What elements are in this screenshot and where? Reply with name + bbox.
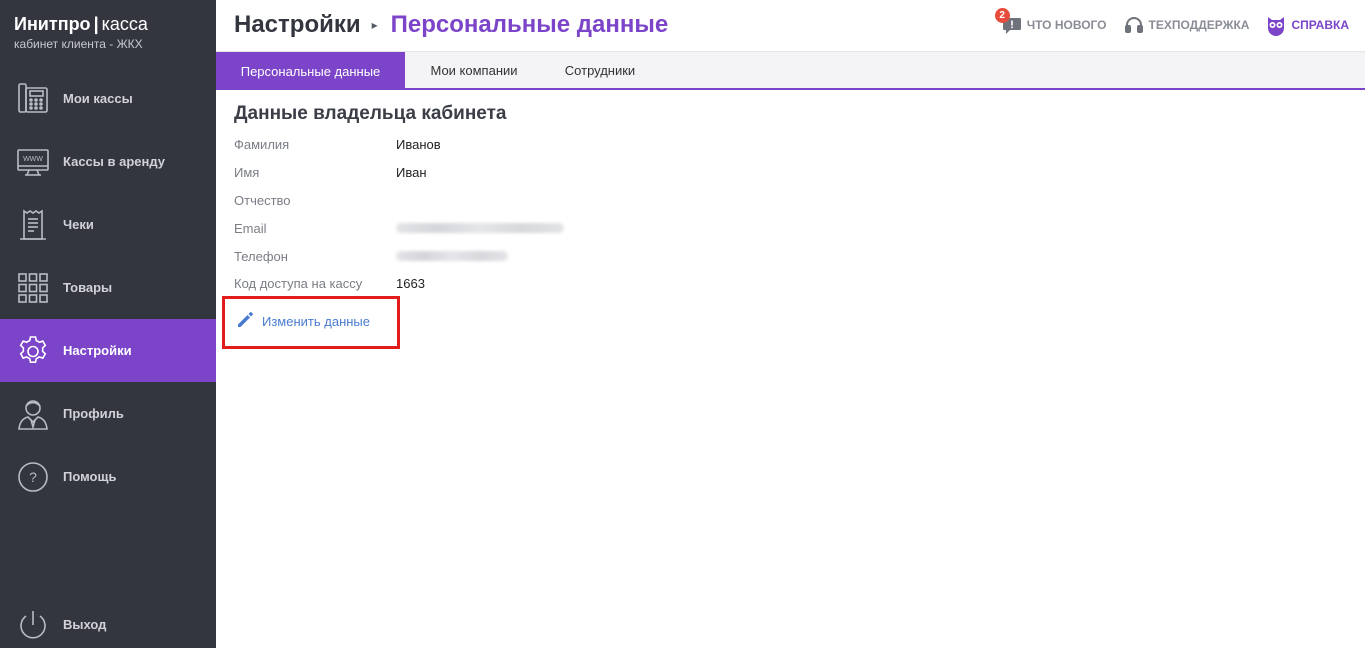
breadcrumb-separator-icon: ▸ <box>371 18 378 32</box>
field-label: Фамилия <box>234 136 290 152</box>
receipt-icon <box>16 208 50 242</box>
header-links: 2 ЧТО НОВОГО ТЕХПОДДЕРЖКА СПРАВКА <box>994 8 1349 36</box>
sidebar-item-label: Кассы в аренду <box>63 154 165 169</box>
brand-name-light: касса <box>101 14 148 34</box>
edit-data-label: Изменить данные <box>262 313 370 329</box>
field-label: Email <box>234 220 267 236</box>
grid-icon <box>16 271 50 305</box>
svg-text:WWW: WWW <box>23 156 43 163</box>
sidebar-item-help[interactable]: ? Помощь <box>0 445 216 508</box>
breadcrumb-root[interactable]: Настройки <box>234 11 361 39</box>
sidebar-item-goods[interactable]: Товары <box>0 256 216 319</box>
field-email: Email <box>234 218 564 238</box>
tab-personal-data[interactable]: Персональные данные <box>216 52 405 90</box>
brand-logo[interactable]: Инитпро | касса кабинет клиента - ЖКХ <box>14 12 148 52</box>
sidebar-item-label: Настройки <box>63 343 132 358</box>
breadcrumb: Настройки ▸ Персональные данные <box>234 11 668 39</box>
page-title: Персональные данные <box>390 11 669 38</box>
field-value: Иван <box>396 164 427 180</box>
section-title: Данные владельца кабинета <box>234 103 507 124</box>
sidebar-item-label: Профиль <box>63 406 124 421</box>
chat-alert-icon: 2 <box>994 8 1023 36</box>
brand-separator: | <box>93 14 99 34</box>
owner-data-section: Данные владельца кабинета Фамилия Иванов… <box>234 100 1334 291</box>
sidebar-item-my-registers[interactable]: Мои кассы <box>0 67 216 130</box>
question-icon: ? <box>16 460 50 494</box>
redacted-email <box>396 223 564 233</box>
sidebar-item-label: Помощь <box>63 469 117 484</box>
field-patronymic: Отчество <box>234 190 396 210</box>
user-icon <box>16 397 50 431</box>
sidebar-item-label: Товары <box>63 280 113 295</box>
monitor-www-icon: WWW <box>16 145 50 179</box>
sidebar-item-label: Мои кассы <box>63 91 133 106</box>
power-icon <box>16 608 50 642</box>
field-label: Телефон <box>234 248 288 264</box>
gear-icon <box>16 334 50 368</box>
sidebar-item-profile[interactable]: Профиль <box>0 382 216 445</box>
whats-new-link[interactable]: 2 ЧТО НОВОГО <box>994 8 1107 36</box>
support-label: ТЕХПОДДЕРЖКА <box>1148 18 1250 32</box>
field-label: Имя <box>234 164 260 180</box>
tab-my-companies[interactable]: Мои компании <box>405 52 543 88</box>
logout-button[interactable]: Выход <box>0 593 216 648</box>
whats-new-label: ЧТО НОВОГО <box>1026 18 1107 32</box>
field-label: Отчество <box>234 192 291 208</box>
news-count-badge: 2 <box>994 8 1010 23</box>
field-label: Код доступа на кассу <box>234 275 363 291</box>
top-header: Настройки ▸ Персональные данные 2 ЧТО НО… <box>216 0 1365 52</box>
cash-register-icon <box>16 82 50 116</box>
field-access-code: Код доступа на кассу 1663 <box>234 273 425 293</box>
support-link[interactable]: ТЕХПОДДЕРЖКА <box>1123 14 1250 36</box>
pencil-icon <box>236 310 255 332</box>
sidebar-item-label: Чеки <box>63 217 94 232</box>
sidebar-item-rental-registers[interactable]: WWW Кассы в аренду <box>0 130 216 193</box>
help-label: СПРАВКА <box>1291 18 1349 32</box>
field-phone: Телефон <box>234 246 508 266</box>
svg-text:?: ? <box>29 469 37 485</box>
field-value: Иванов <box>396 136 441 152</box>
sidebar-item-settings[interactable]: Настройки <box>0 319 216 382</box>
field-value: 1663 <box>396 275 425 291</box>
field-last-name: Фамилия Иванов <box>234 134 441 154</box>
tab-employees[interactable]: Сотрудники <box>543 52 657 88</box>
help-link[interactable]: СПРАВКА <box>1265 14 1349 36</box>
edit-data-button[interactable]: Изменить данные <box>236 310 370 332</box>
sidebar-item-receipts[interactable]: Чеки <box>0 193 216 256</box>
field-first-name: Имя Иван <box>234 162 427 182</box>
brand-title: Инитпро | касса <box>14 12 148 36</box>
owl-icon <box>1265 14 1287 36</box>
headset-icon <box>1123 14 1145 36</box>
redacted-phone <box>396 251 508 261</box>
brand-subtitle: кабинет клиента - ЖКХ <box>14 37 143 51</box>
sidebar: Инитпро | касса кабинет клиента - ЖКХ Мои … <box>0 0 216 648</box>
settings-tabs: Персональные данные Мои компании Сотрудн… <box>216 52 1365 90</box>
logout-label: Выход <box>63 617 107 632</box>
brand-name-bold: Инитпро <box>14 14 91 34</box>
